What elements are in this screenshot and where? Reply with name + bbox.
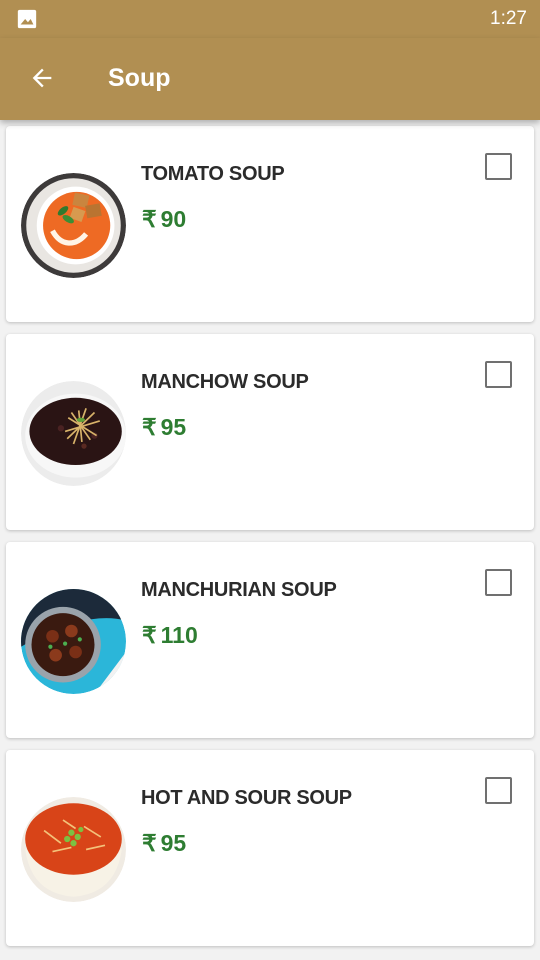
item-price: ₹90: [142, 206, 186, 233]
rupee-symbol: ₹: [142, 206, 157, 232]
item-name: TOMATO SOUP: [141, 163, 285, 185]
item-checkbox[interactable]: [485, 569, 512, 596]
item-name: MANCHOW SOUP: [141, 371, 309, 393]
item-price-value: 90: [160, 206, 187, 232]
image-icon: [17, 9, 37, 29]
hot-and-sour-soup-image: [21, 797, 126, 902]
item-price: ₹110: [142, 622, 198, 649]
manchurian-soup-image: [21, 589, 126, 694]
item-price-value: 110: [160, 622, 198, 648]
soup-list[interactable]: TOMATO SOUP ₹90 MANCHOW SOUP ₹95 MANCHUR…: [0, 120, 540, 960]
app-bar: Soup: [0, 38, 540, 120]
list-item[interactable]: TOMATO SOUP ₹90: [6, 126, 534, 322]
manchow-soup-image: [21, 381, 126, 486]
list-item[interactable]: HOT AND SOUR SOUP ₹95: [6, 750, 534, 946]
rupee-symbol: ₹: [142, 830, 157, 856]
list-item[interactable]: MANCHOW SOUP ₹95: [6, 334, 534, 530]
item-name: HOT AND SOUR SOUP: [141, 787, 352, 809]
item-checkbox[interactable]: [485, 361, 512, 388]
item-price-value: 95: [160, 830, 187, 856]
item-name: MANCHURIAN SOUP: [141, 579, 337, 601]
rupee-symbol: ₹: [142, 414, 157, 440]
item-price-value: 95: [160, 414, 187, 440]
list-item[interactable]: MANCHURIAN SOUP ₹110: [6, 542, 534, 738]
item-price: ₹95: [142, 830, 186, 857]
item-checkbox[interactable]: [485, 777, 512, 804]
page-title: Soup: [108, 64, 171, 92]
item-checkbox[interactable]: [485, 153, 512, 180]
item-price: ₹95: [142, 414, 186, 441]
rupee-symbol: ₹: [142, 622, 157, 648]
status-bar: 1:27: [0, 0, 540, 38]
tomato-soup-image: [21, 173, 126, 278]
status-time: 1:27: [490, 8, 527, 29]
arrow-left-icon[interactable]: [28, 64, 56, 92]
